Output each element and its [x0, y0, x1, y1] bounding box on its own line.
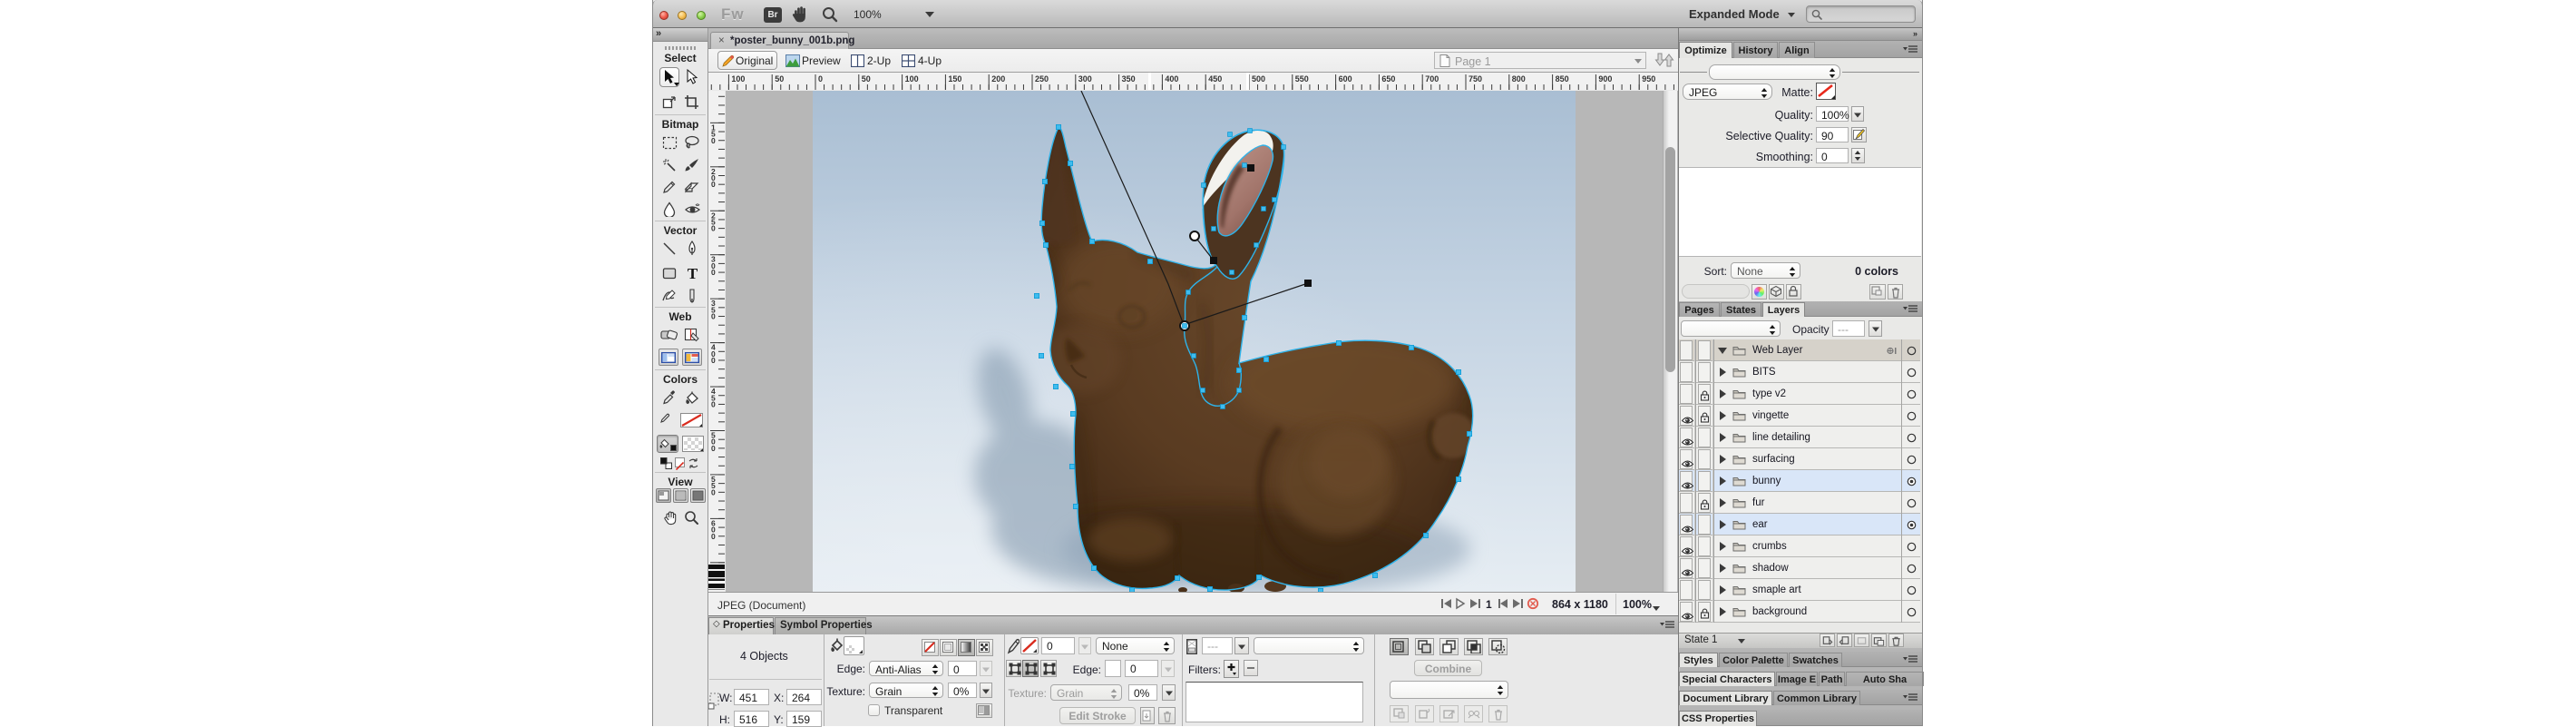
svg-text:950: 950 — [1642, 74, 1655, 84]
svg-text:0: 0 — [711, 532, 716, 541]
svg-text:0: 0 — [818, 74, 823, 84]
svg-text:500: 500 — [1252, 74, 1265, 84]
svg-text:0: 0 — [711, 356, 716, 365]
svg-text:650: 650 — [1381, 74, 1395, 84]
svg-text:0: 0 — [711, 312, 716, 321]
svg-text:450: 450 — [1208, 74, 1222, 84]
svg-text:850: 850 — [1556, 74, 1569, 84]
svg-text:1: 1 — [1486, 598, 1492, 610]
svg-text:50: 50 — [862, 74, 871, 84]
svg-text:100: 100 — [731, 74, 745, 84]
svg-text:150: 150 — [948, 74, 961, 84]
svg-text:600: 600 — [1339, 74, 1352, 84]
svg-text:T: T — [688, 266, 698, 280]
svg-text:0: 0 — [711, 224, 716, 233]
svg-text:800: 800 — [1512, 74, 1526, 84]
svg-text:0: 0 — [711, 444, 716, 453]
svg-text:400: 400 — [1165, 74, 1178, 84]
svg-text:200: 200 — [991, 74, 1005, 84]
svg-text:350: 350 — [1122, 74, 1136, 84]
svg-text:900: 900 — [1598, 74, 1612, 84]
svg-text:0: 0 — [711, 399, 716, 408]
svg-text:100: 100 — [905, 74, 919, 84]
svg-text:50: 50 — [775, 74, 784, 84]
svg-text:250: 250 — [1035, 74, 1049, 84]
svg-text:0: 0 — [711, 180, 716, 189]
svg-text:0: 0 — [711, 136, 716, 145]
svg-text:300: 300 — [1078, 74, 1092, 84]
svg-text:0: 0 — [711, 487, 716, 496]
svg-text:700: 700 — [1425, 74, 1439, 84]
svg-text:550: 550 — [1295, 74, 1309, 84]
svg-text:750: 750 — [1469, 74, 1482, 84]
svg-text:0: 0 — [711, 268, 716, 277]
